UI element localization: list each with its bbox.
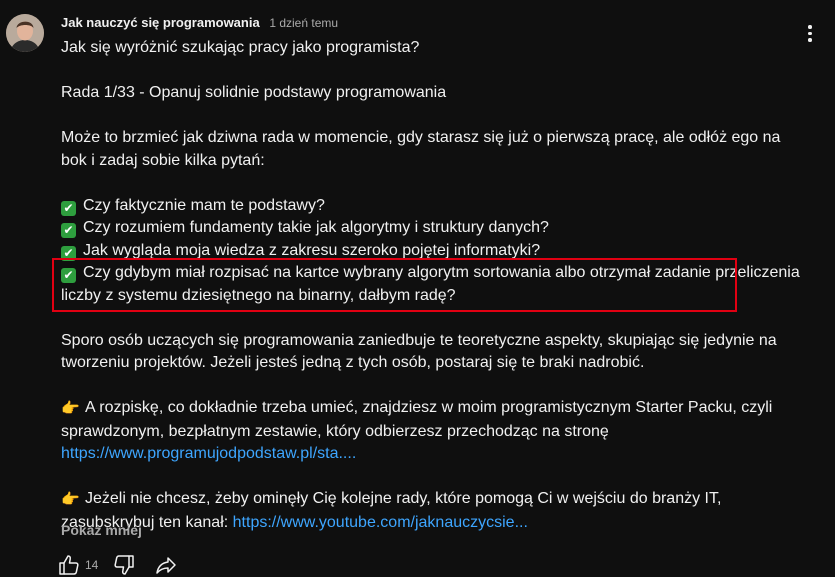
comment-paragraph: Sporo osób uczących się programowania za… <box>61 331 777 372</box>
avatar[interactable] <box>6 14 44 52</box>
timestamp[interactable]: 1 dzień temu <box>269 16 338 30</box>
youtube-channel-link[interactable]: https://www.youtube.com/jaknauczycsie... <box>233 514 528 531</box>
show-less-button[interactable]: Pokaż mniej <box>61 522 142 538</box>
thumbs-up-icon[interactable] <box>57 553 81 577</box>
comment-paragraph: 👉 Jeżeli nie chcesz, żeby ominęły Cię kol… <box>61 490 722 531</box>
comment-header: Jak nauczyć się programowania 1 dzień te… <box>61 15 338 30</box>
pointing-right-icon: 👉 <box>61 491 80 508</box>
comment-question: Jak się wyróżnić szukając pracy jako pro… <box>61 39 420 56</box>
comment-paragraph: 👉 A rozpiskę, co dokładnie trzeba umieć, … <box>61 399 773 462</box>
pointing-right-icon: 👉 <box>61 400 80 417</box>
thumbs-down-icon[interactable] <box>112 553 136 577</box>
author-name[interactable]: Jak nauczyć się programowania <box>61 15 260 30</box>
check-mark-icon: ✔ <box>61 200 76 216</box>
checklist-item: ✔ Czy rozumiem fundamenty takie jak algor… <box>61 217 806 240</box>
more-vert-icon[interactable] <box>807 25 813 43</box>
comment-actions: 14 <box>57 553 178 577</box>
check-mark-icon: ✔ <box>61 245 76 261</box>
comment-intro: Może to brzmieć jak dziwna rada w momenc… <box>61 129 781 169</box>
check-mark-icon: ✔ <box>61 223 76 238</box>
share-icon[interactable] <box>154 553 178 577</box>
like-count: 14 <box>85 558 99 572</box>
checklist-item: ✔ Czy gdybym miał rozpisać na kartce wybr… <box>61 264 800 304</box>
checklist-item: ✔ Jak wygląda moja wiedza z zakresu szero… <box>61 240 806 263</box>
checklist-item: ✔ Czy faktycznie mam te podstawy? <box>61 195 806 218</box>
comment-rada: Rada 1/33 - Opanuj solidnie podstawy pro… <box>61 84 447 101</box>
comment-body: Jak się wyróżnić szukając pracy jako pro… <box>61 37 806 534</box>
check-mark-icon: ✔ <box>61 268 76 283</box>
starter-pack-link[interactable]: https://www.programujodpodstaw.pl/sta...… <box>61 445 356 462</box>
